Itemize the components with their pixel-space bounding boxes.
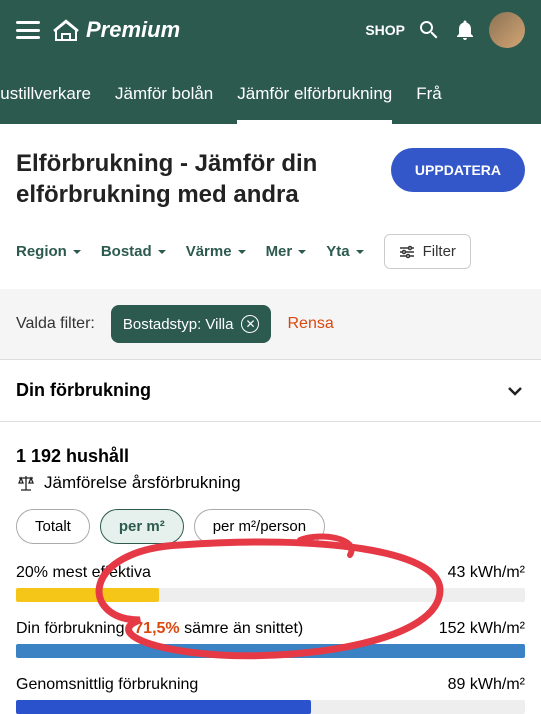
logo-text: Premium — [86, 17, 180, 43]
clear-filters-link[interactable]: Rensa — [287, 315, 333, 333]
filter-chip-bostadstyp[interactable]: Bostadstyp: Villa ✕ — [111, 305, 272, 343]
filter-icon — [399, 245, 415, 259]
dropdown-varme[interactable]: Värme — [186, 243, 248, 260]
menu-icon[interactable] — [16, 21, 40, 39]
comparison-subtitle: Jämförelse årsförbrukning — [44, 473, 241, 493]
tab-hustillverkare[interactable]: Hustillverkare — [0, 66, 91, 124]
pill-per-m2[interactable]: per m² — [100, 509, 184, 544]
chevron-down-icon — [156, 246, 168, 258]
dropdown-region[interactable]: Region — [16, 243, 83, 260]
unit-pills: Totalt per m² per m²/person — [16, 509, 525, 544]
main-content: Elförbrukning - Jämför din elförbrukning… — [0, 124, 541, 714]
page-title: Elförbrukning - Jämför din elförbrukning… — [16, 148, 375, 210]
house-icon — [52, 18, 80, 42]
dropdown-bostad[interactable]: Bostad — [101, 243, 168, 260]
household-count: 1 192 hushåll — [16, 446, 525, 467]
bar-label: 20% mest effektiva — [16, 564, 151, 582]
chevron-down-icon — [236, 246, 248, 258]
tab-fragor[interactable]: Frå — [416, 66, 442, 124]
bar-your-usage: Din förbrukning (71,5% sämre än snittet)… — [16, 620, 525, 658]
avatar[interactable] — [489, 12, 525, 48]
bar-value: 89 kWh/m² — [448, 676, 525, 694]
dropdown-mer[interactable]: Mer — [266, 243, 309, 260]
bar-label: Din förbrukning (71,5% sämre än snittet) — [16, 620, 303, 638]
bar-label: Genomsnittlig förbrukning — [16, 676, 198, 694]
chevron-down-icon — [71, 246, 83, 258]
pill-totalt[interactable]: Totalt — [16, 509, 90, 544]
accordion-title: Din förbrukning — [16, 380, 151, 401]
tab-jamfor-elforbrukning[interactable]: Jämför elförbrukning — [237, 66, 392, 124]
logo[interactable]: Premium — [52, 17, 180, 43]
search-icon[interactable] — [417, 18, 441, 42]
selected-filters: Valda filter: Bostadstyp: Villa ✕ Rensa — [0, 289, 541, 359]
bar-efficient: 20% mest effektiva 43 kWh/m² — [16, 564, 525, 602]
bar-average: Genomsnittlig förbrukning 89 kWh/m² — [16, 676, 525, 714]
scale-icon — [16, 473, 36, 493]
chevron-down-icon — [354, 246, 366, 258]
bar-value: 152 kWh/m² — [439, 620, 525, 638]
filter-button[interactable]: Filter — [384, 234, 471, 269]
chevron-down-icon — [296, 246, 308, 258]
chevron-down-icon — [505, 381, 525, 401]
update-button[interactable]: UPPDATERA — [391, 148, 525, 192]
app-header: Premium SHOP — [0, 0, 541, 60]
pill-per-m2-person[interactable]: per m²/person — [194, 509, 325, 544]
tab-jamfor-bolan[interactable]: Jämför bolån — [115, 66, 213, 124]
bell-icon[interactable] — [453, 18, 477, 42]
shop-link[interactable]: SHOP — [365, 22, 405, 38]
filter-dropdowns: Region Bostad Värme Mer Yta Filter — [16, 234, 525, 269]
close-icon[interactable]: ✕ — [241, 315, 259, 333]
accordion-din-forbrukning[interactable]: Din förbrukning — [0, 359, 541, 422]
bar-value: 43 kWh/m² — [448, 564, 525, 582]
nav-tabs: Hustillverkare Jämför bolån Jämför elför… — [0, 60, 541, 124]
selected-label: Valda filter: — [16, 315, 95, 333]
dropdown-yta[interactable]: Yta — [326, 243, 365, 260]
